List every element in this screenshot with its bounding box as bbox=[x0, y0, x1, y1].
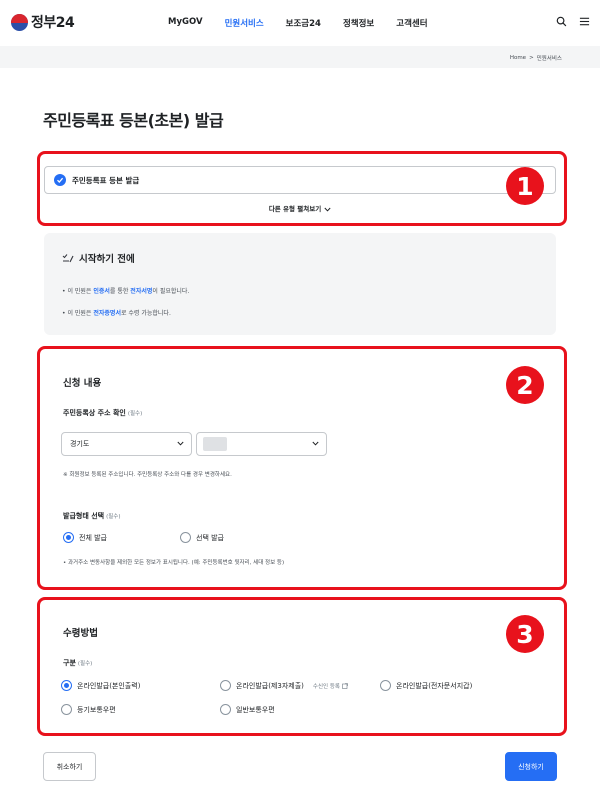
annotation-number-1: 1 bbox=[506, 167, 544, 205]
before-start-box: 시작하기 전에 • 이 민원은 인증서를 통한 전자서명이 필요합니다. • 이… bbox=[44, 233, 556, 335]
annotation-frame-1 bbox=[37, 151, 567, 226]
apply-button[interactable]: 신청하기 bbox=[505, 752, 557, 781]
nav-mygov[interactable]: MyGOV bbox=[168, 17, 203, 29]
logo-text: 정부24 bbox=[31, 15, 75, 31]
info-line-e-cert: • 이 민원은 전자증명서로 수령 가능합니다. bbox=[62, 310, 171, 317]
certificate-link[interactable]: 인증서 bbox=[93, 288, 110, 295]
nav-policy[interactable]: 정책정보 bbox=[343, 17, 374, 29]
menu-icon[interactable] bbox=[579, 16, 590, 27]
before-start-title: 시작하기 전에 bbox=[79, 254, 135, 265]
site-header: 정부24 MyGOV 민원서비스 보조금24 정책정보 고객센터 bbox=[0, 0, 600, 46]
annotation-frame-2 bbox=[37, 346, 567, 590]
taegeuk-logo-icon bbox=[11, 13, 28, 31]
breadcrumb-separator: > bbox=[529, 55, 534, 61]
annotation-frame-3 bbox=[37, 597, 567, 736]
nav-customer-center[interactable]: 고객센터 bbox=[396, 17, 427, 29]
nav-civil-service[interactable]: 민원서비스 bbox=[225, 17, 264, 29]
logo[interactable]: 정부24 bbox=[11, 12, 75, 32]
page-title: 주민등록표 등본(초본) 발급 bbox=[43, 111, 224, 130]
annotation-number-3: 3 bbox=[506, 615, 544, 653]
e-signature-link[interactable]: 전자서명 bbox=[130, 288, 152, 295]
breadcrumb-current[interactable]: 민원서비스 bbox=[537, 54, 562, 62]
breadcrumb-home[interactable]: Home bbox=[510, 55, 526, 61]
breadcrumb: Home > 민원서비스 bbox=[510, 54, 562, 62]
search-icon[interactable] bbox=[556, 16, 567, 27]
annotation-number-2: 2 bbox=[506, 366, 544, 404]
info-line-certificate: • 이 민원은 인증서를 통한 전자서명이 필요합니다. bbox=[62, 288, 190, 295]
checklist-icon bbox=[62, 254, 74, 263]
main-nav: MyGOV 민원서비스 보조금24 정책정보 고객센터 bbox=[168, 17, 450, 29]
cancel-button[interactable]: 취소하기 bbox=[43, 752, 96, 781]
e-certificate-link[interactable]: 전자증명서 bbox=[93, 310, 121, 317]
nav-subsidy[interactable]: 보조금24 bbox=[286, 17, 321, 29]
